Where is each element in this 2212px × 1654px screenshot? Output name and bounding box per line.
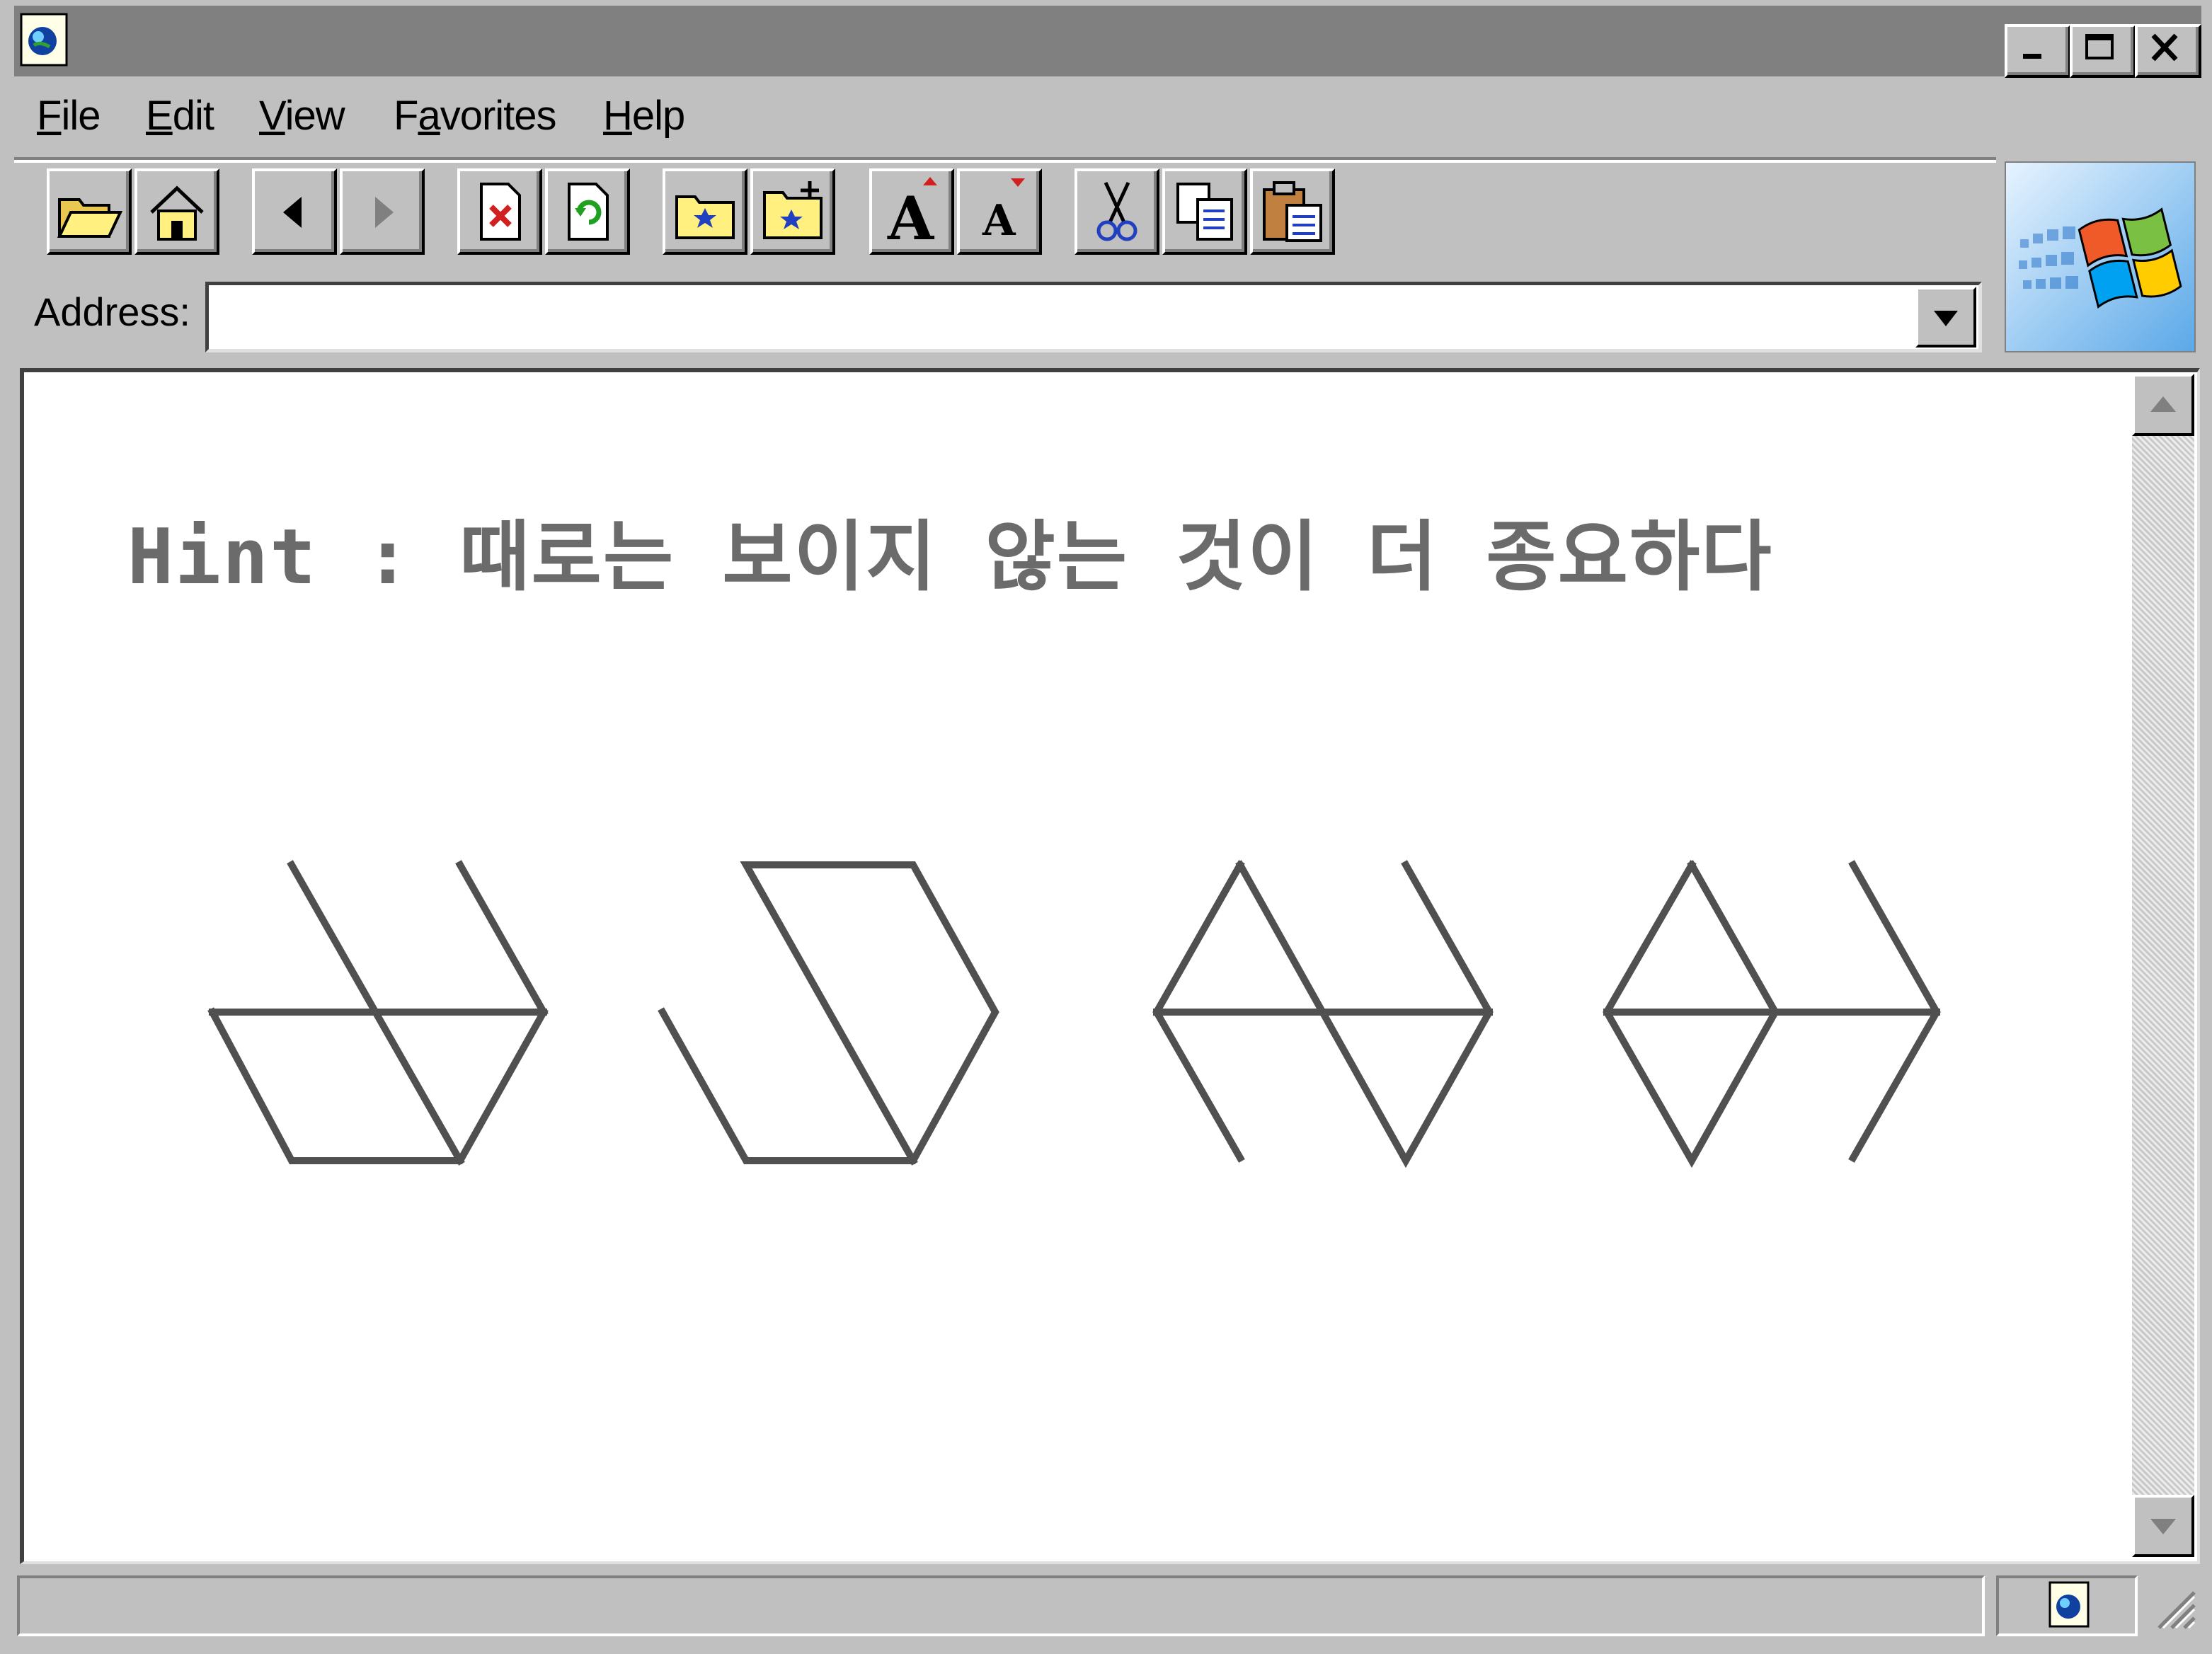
scroll-down-button[interactable]: [2132, 1495, 2194, 1557]
minimize-icon: [2023, 54, 2041, 59]
close-icon: [2151, 33, 2178, 62]
stop-icon: [480, 183, 521, 241]
paste-icon: [1263, 181, 1322, 242]
toolbar-divider-highlight: [14, 160, 1996, 163]
hint-text: Hint : 때로는 보이지 않는 것이 더 종요하다: [127, 513, 1773, 602]
copy-icon: [1176, 183, 1233, 241]
cut-icon: [1096, 181, 1137, 241]
chevron-down-icon: [1934, 311, 1958, 326]
stop-button[interactable]: [457, 168, 542, 255]
resize-grip-icon[interactable]: [2152, 1585, 2197, 1631]
open-button[interactable]: [47, 168, 132, 255]
address-dropdown-button[interactable]: [1915, 287, 1976, 348]
windows-logo: [2003, 160, 2197, 354]
favorites-button[interactable]: [663, 168, 747, 255]
menu-help[interactable]: Help: [603, 92, 685, 139]
maximize-button[interactable]: [2070, 24, 2136, 78]
font-smaller-button[interactable]: A: [957, 168, 1042, 255]
font-smaller-icon: A: [982, 178, 1025, 246]
chevron-down-icon: [2150, 1519, 2176, 1534]
font-larger-button[interactable]: A: [869, 168, 954, 255]
favorites-folder-icon: [675, 195, 735, 239]
cut-button[interactable]: [1075, 168, 1159, 255]
minimize-button[interactable]: [2005, 24, 2071, 78]
refresh-icon: [568, 183, 609, 241]
svg-text:A: A: [982, 196, 1016, 246]
globe-page-icon[interactable]: [17, 11, 74, 68]
paste-button[interactable]: [1250, 168, 1335, 255]
menu-favorites[interactable]: Favorites: [394, 92, 557, 139]
chevron-up-icon: [2150, 396, 2176, 412]
close-button[interactable]: [2135, 24, 2201, 78]
status-text-pane: [17, 1575, 1985, 1636]
home-button[interactable]: [134, 168, 219, 255]
forward-button[interactable]: [340, 168, 425, 255]
forward-icon: [375, 197, 394, 228]
address-input[interactable]: [205, 282, 1982, 352]
menu-edit[interactable]: Edit: [146, 92, 214, 139]
back-icon: [283, 197, 302, 228]
add-favorite-icon: [763, 181, 823, 239]
maximize-icon: [2085, 34, 2114, 59]
svg-text:A: A: [887, 183, 935, 252]
globe-page-icon: [2046, 1580, 2095, 1629]
copy-button[interactable]: [1162, 168, 1247, 255]
title-bar: [14, 6, 2201, 78]
refresh-button[interactable]: [545, 168, 630, 255]
vertical-scrollbar[interactable]: [2132, 374, 2194, 1557]
open-folder-icon: [57, 198, 123, 238]
menu-file[interactable]: File: [37, 92, 101, 139]
menu-view[interactable]: View: [259, 92, 345, 139]
back-button[interactable]: [252, 168, 337, 255]
add-favorite-button[interactable]: [750, 168, 835, 255]
home-icon: [150, 185, 204, 241]
address-label: Address:: [34, 289, 190, 334]
scroll-up-button[interactable]: [2132, 374, 2194, 436]
font-larger-icon: A: [887, 177, 937, 252]
